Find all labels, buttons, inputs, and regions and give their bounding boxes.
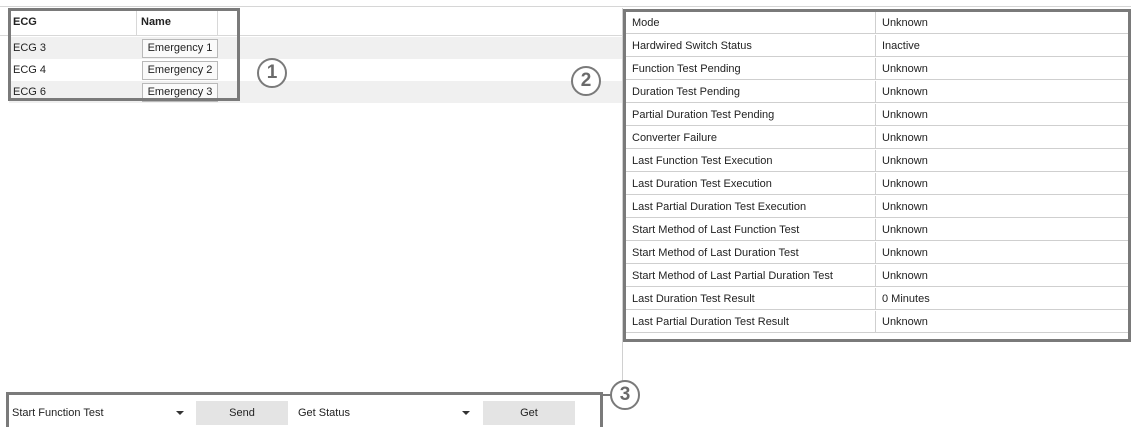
annotation-box-1	[8, 8, 240, 101]
annotation-marker-2: 2	[571, 66, 601, 96]
annotation-marker-1: 1	[257, 58, 287, 88]
annotation-marker-3: 3	[610, 380, 640, 410]
annotation-box-3	[6, 392, 603, 427]
annotation-box-2	[623, 9, 1131, 342]
top-divider	[0, 6, 1131, 7]
